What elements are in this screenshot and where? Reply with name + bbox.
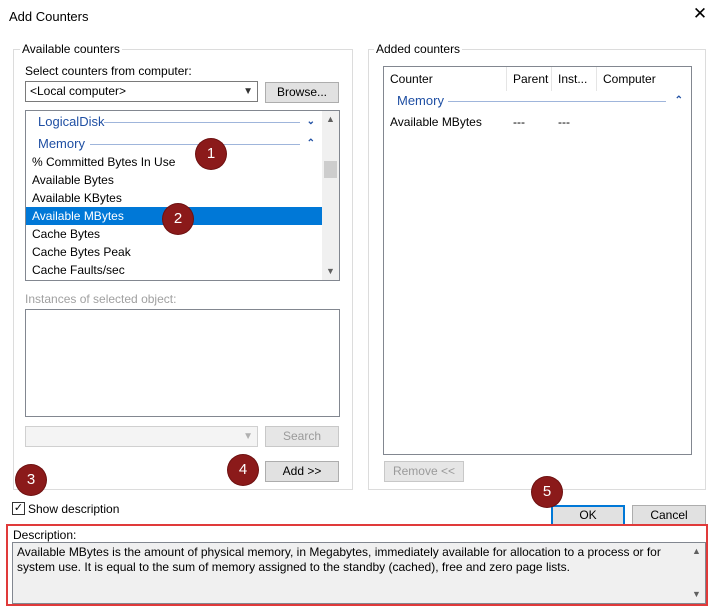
show-description-checkbox[interactable]: ✓ xyxy=(12,502,25,515)
scroll-down-icon[interactable]: ▼ xyxy=(322,263,339,280)
chevron-up-icon[interactable]: ⌃ xyxy=(675,92,683,110)
list-item[interactable]: % Committed Bytes In Use xyxy=(26,153,323,171)
counters-listbox[interactable]: LogicalDisk ⌄ Memory ⌃ % Committed Bytes… xyxy=(25,110,340,281)
cell-parent: --- xyxy=(513,115,525,129)
annotation-badge-2: 2 xyxy=(163,204,193,234)
annotation-badge-1: 1 xyxy=(196,139,226,169)
window-title: Add Counters xyxy=(9,9,89,24)
description-text: Available MBytes is the amount of physic… xyxy=(17,545,661,574)
instances-label: Instances of selected object: xyxy=(25,292,177,306)
table-row[interactable]: Available MBytes --- --- xyxy=(384,113,691,131)
list-scrollbar[interactable]: ▲ ▼ xyxy=(322,111,339,280)
search-button[interactable]: Search xyxy=(265,426,339,447)
chevron-down-icon: ▼ xyxy=(243,86,253,97)
annotation-badge-3: 3 xyxy=(16,465,46,495)
list-group-logicaldisk[interactable]: LogicalDisk ⌄ xyxy=(26,113,323,131)
annotation-badge-4: 4 xyxy=(228,455,258,485)
added-counters-label: Added counters xyxy=(374,42,463,56)
chevron-down-icon[interactable]: ⌄ xyxy=(307,113,315,131)
scroll-down-icon[interactable]: ▼ xyxy=(688,586,705,603)
column-header-instance[interactable]: Inst... xyxy=(552,67,597,91)
cell-instance: --- xyxy=(558,115,570,129)
cell-counter: Available MBytes xyxy=(390,115,482,129)
chevron-up-icon[interactable]: ⌃ xyxy=(307,135,315,153)
scroll-thumb[interactable] xyxy=(324,161,337,178)
added-group-memory[interactable]: Memory ⌃ xyxy=(384,92,691,110)
close-icon[interactable]: ✕ xyxy=(690,4,708,24)
scroll-up-icon[interactable]: ▲ xyxy=(688,543,705,560)
added-counters-listview[interactable]: Counter Parent Inst... Computer Memory ⌃… xyxy=(383,66,692,455)
instances-listbox[interactable] xyxy=(25,309,340,417)
listview-header: Counter Parent Inst... Computer xyxy=(384,67,691,91)
scroll-up-icon[interactable]: ▲ xyxy=(322,111,339,128)
list-group-memory[interactable]: Memory ⌃ xyxy=(26,135,323,153)
instance-search-select[interactable]: ▼ xyxy=(25,426,258,447)
annotation-badge-5: 5 xyxy=(532,477,562,507)
select-computer-label: Select counters from computer: xyxy=(25,64,192,78)
column-header-computer[interactable]: Computer xyxy=(597,67,690,91)
ok-button[interactable]: OK xyxy=(551,505,625,526)
column-header-parent[interactable]: Parent xyxy=(507,67,552,91)
computer-select-value: <Local computer> xyxy=(30,84,127,98)
description-label: Description: xyxy=(13,528,77,542)
list-item[interactable]: Available Bytes xyxy=(26,171,323,189)
available-counters-label: Available counters xyxy=(20,42,122,56)
column-header-counter[interactable]: Counter xyxy=(384,67,507,91)
description-scrollbar[interactable]: ▲ ▼ xyxy=(688,543,705,603)
add-button[interactable]: Add >> xyxy=(265,461,339,482)
computer-select[interactable]: <Local computer> ▼ xyxy=(25,81,258,102)
description-textbox[interactable]: Available MBytes is the amount of physic… xyxy=(12,542,706,604)
browse-button[interactable]: Browse... xyxy=(265,82,339,103)
list-item[interactable]: Cache Bytes Peak xyxy=(26,243,323,261)
remove-button[interactable]: Remove << xyxy=(384,461,464,482)
list-item[interactable]: Cache Faults/sec xyxy=(26,261,323,279)
chevron-down-icon: ▼ xyxy=(243,431,253,442)
show-description-label: Show description xyxy=(28,502,120,516)
cancel-button[interactable]: Cancel xyxy=(632,505,706,526)
